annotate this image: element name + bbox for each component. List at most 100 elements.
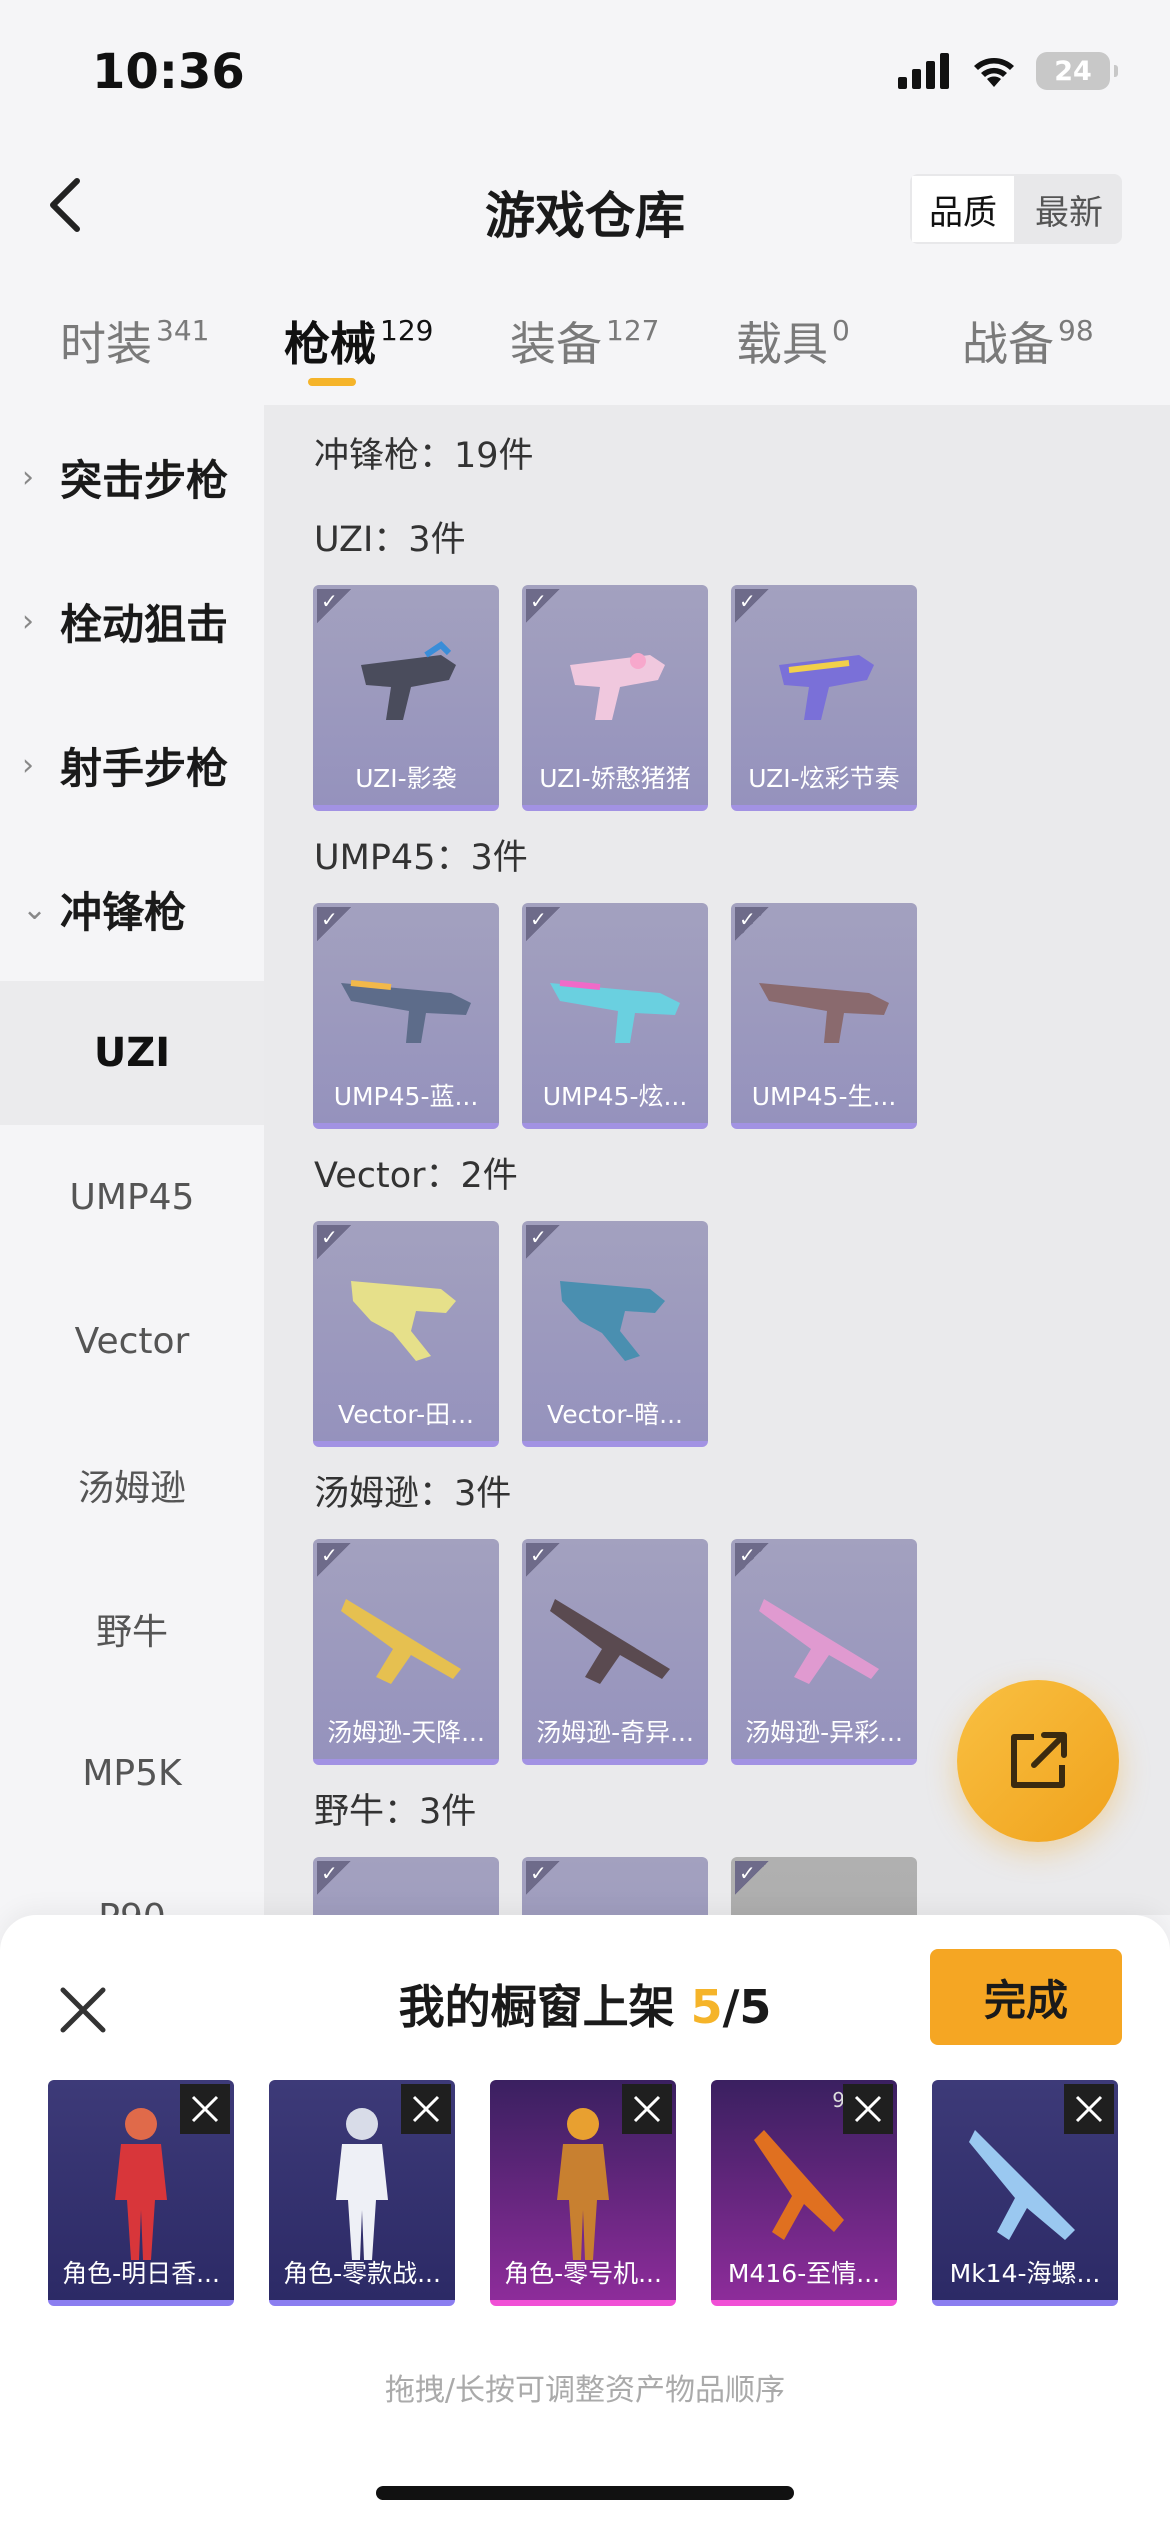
tab-fashion[interactable]: 时装 341 bbox=[60, 308, 209, 374]
done-button[interactable]: 完成 bbox=[930, 1949, 1122, 2045]
tab-firearms[interactable]: 枪械 129 bbox=[284, 308, 433, 374]
remove-button[interactable] bbox=[622, 2084, 672, 2134]
check-icon: ✓ bbox=[317, 589, 351, 623]
item-card[interactable]: ✓ UZI-娇憨猪猪 bbox=[522, 585, 708, 811]
item-name: 角色-零号机... bbox=[504, 2259, 662, 2288]
sidebar-group-label: 射手步枪 bbox=[60, 743, 229, 793]
panel-title-text: 我的橱窗上架 bbox=[398, 1980, 675, 2034]
uzi-icon bbox=[779, 655, 874, 720]
sort-quality-option[interactable]: 品质 bbox=[910, 174, 1016, 244]
check-icon: ✓ bbox=[526, 1861, 560, 1895]
vector-icon bbox=[351, 1281, 456, 1361]
check-icon: ✓ bbox=[735, 1861, 769, 1895]
check-icon: ✓ bbox=[317, 1225, 351, 1259]
item-name: 汤姆逊-奇异... bbox=[536, 1718, 694, 1747]
sidebar-item-thompson[interactable]: 汤姆逊 bbox=[0, 1413, 264, 1557]
item-name: UMP45-蓝... bbox=[333, 1082, 479, 1111]
tab-active-indicator bbox=[308, 378, 356, 386]
item-card[interactable]: ✓ Vector-暗... bbox=[522, 1221, 708, 1447]
check-icon: ✓ bbox=[735, 907, 769, 941]
tab-supplies[interactable]: 战备 98 bbox=[962, 308, 1094, 374]
item-name: Vector-田... bbox=[338, 1400, 474, 1429]
category-tabs: 时装 341 枪械 129 装备 127 载具 0 战备 98 bbox=[0, 290, 1170, 400]
item-name: 角色-明日香... bbox=[62, 2259, 220, 2288]
remove-button[interactable] bbox=[843, 2084, 893, 2134]
item-card[interactable]: ✓ bbox=[522, 1857, 708, 1915]
close-button[interactable] bbox=[48, 1975, 118, 2045]
sidebar-item-ump45[interactable]: UMP45 bbox=[0, 1125, 264, 1269]
item-name: M416-至情... bbox=[727, 2259, 881, 2288]
tab-label: 战备 bbox=[962, 317, 1054, 371]
item-name: UMP45-炫... bbox=[542, 1082, 688, 1111]
tab-vehicles[interactable]: 载具 0 bbox=[736, 308, 850, 374]
check-icon: ✓ bbox=[317, 1861, 351, 1895]
item-card[interactable]: ✓ UMP45-炫... bbox=[522, 903, 708, 1129]
close-icon bbox=[633, 2095, 661, 2123]
item-card[interactable]: ✓ 汤姆逊-异彩... bbox=[731, 1539, 917, 1765]
sort-toggle: 品质 最新 bbox=[910, 174, 1122, 244]
sidebar-group-assault-rifle[interactable]: › 突击步枪 bbox=[0, 405, 264, 549]
item-card[interactable]: ✓ UZI-炫彩节奏 bbox=[731, 585, 917, 811]
sidebar-item-bizon[interactable]: 野牛 bbox=[0, 1557, 264, 1701]
back-button[interactable] bbox=[30, 170, 100, 240]
remove-button[interactable] bbox=[180, 2084, 230, 2134]
shelf-item[interactable]: Mk14-海螺... bbox=[932, 2080, 1118, 2306]
tab-count: 127 bbox=[606, 314, 660, 347]
home-indicator bbox=[376, 2486, 794, 2500]
sort-latest-option[interactable]: 最新 bbox=[1016, 174, 1122, 244]
section-header: UZI：3件 bbox=[314, 520, 466, 560]
share-button[interactable] bbox=[957, 1680, 1119, 1842]
shelf-item[interactable]: 角色-明日香... bbox=[48, 2080, 234, 2306]
tab-count: 129 bbox=[380, 314, 434, 347]
close-icon bbox=[60, 1987, 106, 2033]
sidebar-item-p90[interactable]: P90 bbox=[0, 1845, 264, 1916]
remove-button[interactable] bbox=[401, 2084, 451, 2134]
chevron-right-icon: › bbox=[22, 603, 34, 639]
status-bar: 10:36 24 bbox=[0, 0, 1170, 140]
check-icon: ✓ bbox=[317, 1543, 351, 1577]
chevron-left-icon bbox=[50, 178, 80, 232]
sidebar-group-marksman[interactable]: › 射手步枪 bbox=[0, 693, 264, 837]
sidebar-group-label: 突击步枪 bbox=[60, 455, 229, 505]
tab-label: 枪械 bbox=[284, 317, 376, 371]
vector-icon bbox=[560, 1281, 665, 1361]
item-name: Mk14-海螺... bbox=[949, 2259, 1101, 2288]
chevron-right-icon: › bbox=[22, 747, 34, 783]
item-name: UMP45-生... bbox=[751, 1082, 897, 1111]
shelf-item[interactable]: 角色-零号机... bbox=[490, 2080, 676, 2306]
thompson-icon bbox=[550, 1599, 670, 1684]
sidebar-group-bolt-sniper[interactable]: › 栓动狙击 bbox=[0, 549, 264, 693]
item-card[interactable]: ✓ UMP45-蓝... bbox=[313, 903, 499, 1129]
tab-equipment[interactable]: 装备 127 bbox=[510, 308, 659, 374]
item-card[interactable]: ✓ bbox=[313, 1857, 499, 1915]
item-card[interactable]: ✓ bbox=[731, 1857, 917, 1915]
thompson-icon bbox=[341, 1599, 461, 1684]
chevron-right-icon: › bbox=[22, 459, 34, 495]
ump45-icon bbox=[341, 980, 471, 1043]
check-icon: ✓ bbox=[526, 1543, 560, 1577]
check-icon: ✓ bbox=[317, 907, 351, 941]
sidebar-item-vector[interactable]: Vector bbox=[0, 1269, 264, 1413]
shelf-item[interactable]: 角色-零款战... bbox=[269, 2080, 455, 2306]
nav-bar: 游戏仓库 品质 最新 bbox=[0, 150, 1170, 260]
remove-button[interactable] bbox=[1064, 2084, 1114, 2134]
thompson-icon bbox=[759, 1599, 879, 1684]
item-name: 汤姆逊-异彩... bbox=[745, 1718, 903, 1747]
sidebar-item-uzi[interactable]: UZI bbox=[0, 981, 264, 1125]
shelf-item[interactable]: 9 M416-至情... bbox=[711, 2080, 897, 2306]
section-header: 野牛：3件 bbox=[314, 1792, 477, 1832]
item-card[interactable]: ✓ Vector-田... bbox=[313, 1221, 499, 1447]
item-card[interactable]: ✓ 汤姆逊-天降... bbox=[313, 1539, 499, 1765]
sidebar-group-smg[interactable]: ⌄ 冲锋枪 bbox=[0, 837, 264, 981]
item-card[interactable]: ✓ UZI-影袭 bbox=[313, 585, 499, 811]
sidebar-item-mp5k[interactable]: MP5K bbox=[0, 1701, 264, 1845]
signal-icon bbox=[898, 53, 949, 89]
item-card[interactable]: ✓ 汤姆逊-奇异... bbox=[522, 1539, 708, 1765]
tab-count: 98 bbox=[1058, 314, 1094, 347]
section-header: Vector：2件 bbox=[314, 1156, 518, 1196]
tab-label: 时装 bbox=[60, 317, 152, 371]
item-card[interactable]: ✓ UMP45-生... bbox=[731, 903, 917, 1129]
item-name: 角色-零款战... bbox=[283, 2259, 441, 2288]
item-name: Vector-暗... bbox=[547, 1400, 683, 1429]
item-name: 汤姆逊-天降... bbox=[327, 1718, 485, 1747]
